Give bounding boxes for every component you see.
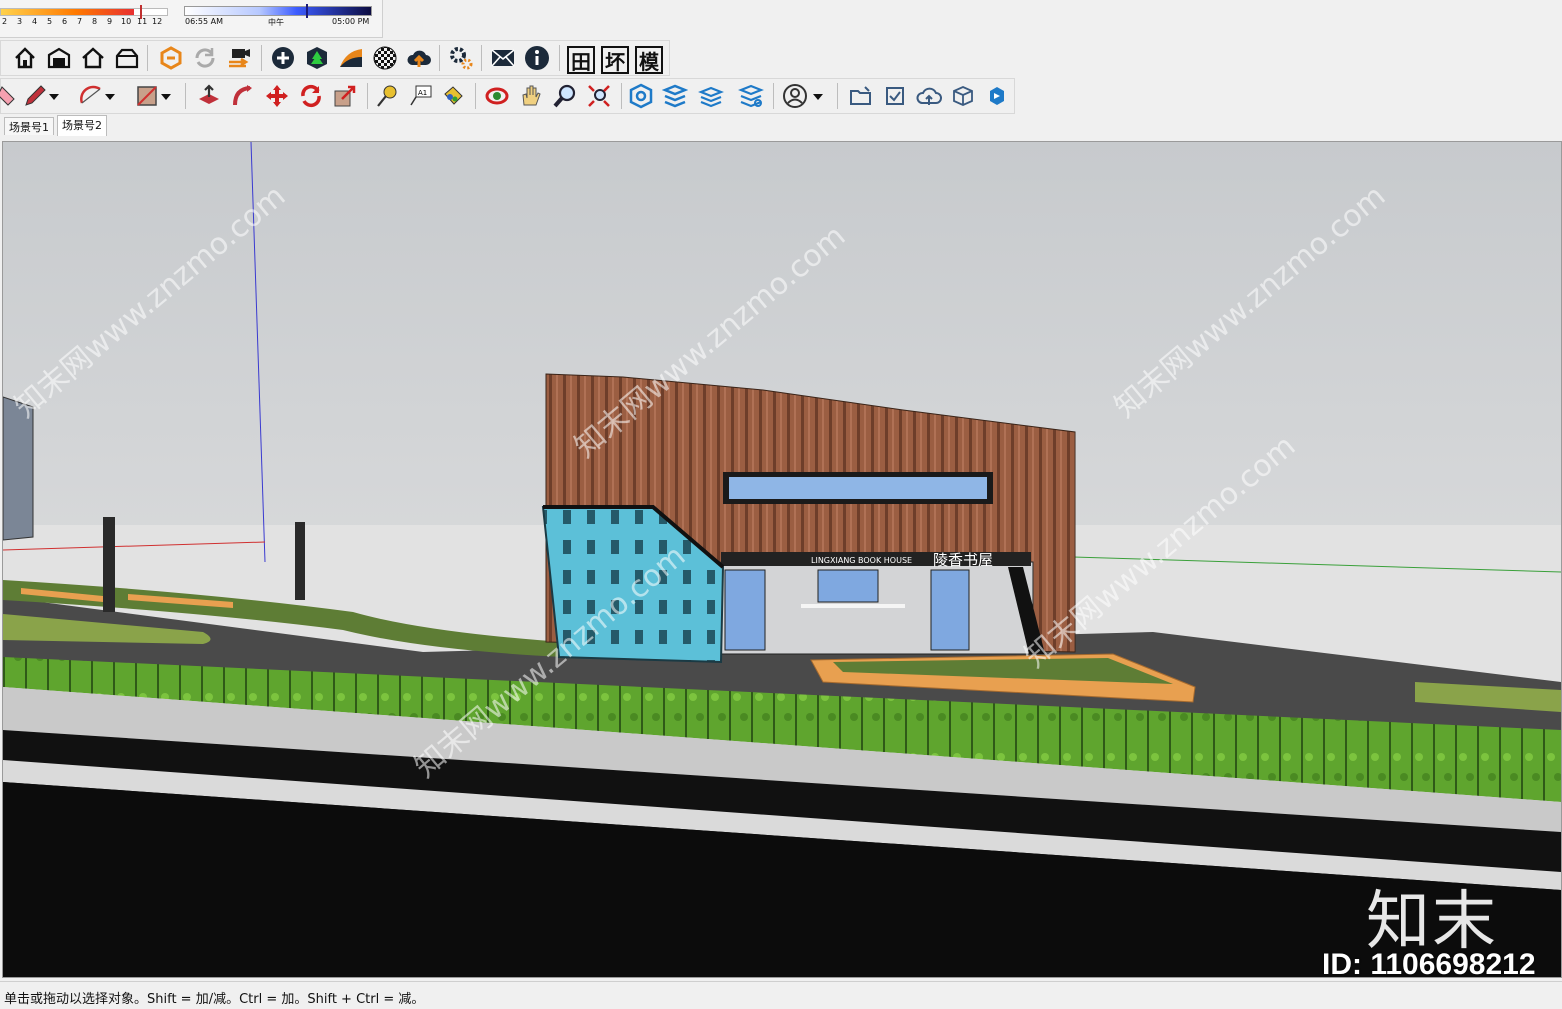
pencil-icon[interactable] xyxy=(21,82,49,110)
status-text: 单击或拖动以选择对象。Shift = 加/减。Ctrl = 加。Shift + … xyxy=(4,992,425,1007)
scene-tabs: 场景号1 场景号2 xyxy=(0,115,1562,137)
mail-icon[interactable] xyxy=(489,44,517,72)
scene-render: LINGXIANG BOOK HOUSE 陵香书屋 xyxy=(3,142,1561,977)
month-tick-label: 4 xyxy=(32,17,38,26)
add-circle-icon[interactable] xyxy=(269,44,297,72)
storefront-window xyxy=(724,569,766,651)
scale-icon[interactable] xyxy=(331,82,359,110)
time-slider[interactable] xyxy=(184,6,372,16)
rotate-icon[interactable] xyxy=(297,82,325,110)
month-slider[interactable] xyxy=(0,8,168,16)
styles-icon[interactable] xyxy=(661,82,689,110)
time-slider-handle[interactable] xyxy=(306,4,308,18)
huan-text-icon[interactable]: 坏 xyxy=(601,46,629,74)
zoom-extents-icon[interactable] xyxy=(585,82,613,110)
tree-shield-icon[interactable] xyxy=(303,44,331,72)
sync-icon[interactable] xyxy=(983,82,1011,110)
pan-icon[interactable] xyxy=(517,82,545,110)
orbit-icon[interactable] xyxy=(483,82,511,110)
month-tick-label: 6 xyxy=(62,17,68,26)
zoom-icon[interactable] xyxy=(551,82,579,110)
video-camera-icon[interactable] xyxy=(225,44,253,72)
shadow-settings-panel: 2 3 4 5 6 7 8 9 10 11 12 06:55 AM 中午 05:00 PM xyxy=(0,0,383,38)
time-start-label: 06:55 AM xyxy=(185,17,223,26)
month-tick-label: 9 xyxy=(107,17,113,26)
tape-measure-icon[interactable] xyxy=(373,82,401,110)
rectangle-icon[interactable] xyxy=(133,82,161,110)
svg-text:A1: A1 xyxy=(418,89,427,97)
follow-me-icon[interactable] xyxy=(229,82,257,110)
window-band-glass xyxy=(729,477,987,499)
text-label-icon[interactable]: A1 xyxy=(407,82,435,110)
dropdown-arrow-icon[interactable] xyxy=(159,82,173,110)
entry-door xyxy=(930,569,970,651)
lamp-post xyxy=(103,517,115,612)
month-tick-label: 12 xyxy=(152,17,163,26)
box-3d-icon[interactable] xyxy=(949,82,977,110)
dropdown-arrow-icon[interactable] xyxy=(47,82,61,110)
barn-icon[interactable] xyxy=(113,44,141,72)
time-noon-label: 中午 xyxy=(268,18,284,27)
month-tick-label: 7 xyxy=(77,17,83,26)
status-bar: 单击或拖动以选择对象。Shift = 加/减。Ctrl = 加。Shift + … xyxy=(0,981,1562,1009)
watermark-id: ID: 1106698212 xyxy=(1322,948,1536,981)
house-outline-icon[interactable] xyxy=(79,44,107,72)
month-tick-label: 11 xyxy=(137,17,148,26)
dropdown-arrow-icon[interactable] xyxy=(103,82,117,110)
components-icon[interactable] xyxy=(627,82,655,110)
storefront-window xyxy=(817,569,879,603)
cloud-icon[interactable] xyxy=(915,82,943,110)
month-tick-label: 5 xyxy=(47,17,53,26)
home-icon[interactable] xyxy=(11,44,39,72)
extension-warehouse-icon[interactable] xyxy=(157,44,185,72)
user-icon[interactable] xyxy=(781,82,809,110)
terrain-icon[interactable] xyxy=(337,44,365,72)
sign-cn: 陵香书屋 xyxy=(933,551,993,569)
time-end-label: 05:00 PM xyxy=(332,17,370,26)
dropdown-arrow-icon[interactable] xyxy=(811,82,825,110)
warehouse-icon[interactable] xyxy=(45,44,73,72)
tab-scene-1[interactable]: 场景号1 xyxy=(4,117,54,135)
mo-text-icon[interactable]: 模 xyxy=(635,46,663,74)
layers-icon[interactable] xyxy=(697,82,725,110)
toolbar-row-2: A1 xyxy=(0,78,1015,114)
info-icon[interactable] xyxy=(523,44,551,72)
grid-text-icon[interactable]: 田 xyxy=(567,46,595,74)
move-icon[interactable] xyxy=(263,82,291,110)
left-building xyxy=(3,396,34,541)
eraser-icon[interactable] xyxy=(0,82,21,110)
push-pull-icon[interactable] xyxy=(195,82,223,110)
cloud-upload-icon[interactable] xyxy=(405,44,433,72)
lamp-post xyxy=(295,522,305,600)
counter-ledge xyxy=(801,604,905,608)
sign-en: LINGXIANG BOOK HOUSE xyxy=(811,556,912,565)
model-viewport[interactable]: LINGXIANG BOOK HOUSE 陵香书屋 知末网www.znzmo.c… xyxy=(2,141,1562,978)
checkbox-icon[interactable] xyxy=(881,82,909,110)
month-ticks: 2 3 4 5 6 7 8 9 10 11 12 xyxy=(0,17,170,29)
refresh-icon[interactable] xyxy=(191,44,219,72)
paint-bucket-icon[interactable] xyxy=(439,82,467,110)
month-tick-label: 2 xyxy=(2,17,8,26)
checker-sphere-icon[interactable] xyxy=(371,44,399,72)
month-tick-label: 10 xyxy=(121,17,132,26)
month-tick-label: 3 xyxy=(17,17,23,26)
tab-scene-2[interactable]: 场景号2 xyxy=(57,115,107,136)
open-folder-icon[interactable] xyxy=(847,82,875,110)
arc-icon[interactable] xyxy=(77,82,105,110)
section-icon[interactable] xyxy=(737,82,765,110)
gears-icon[interactable] xyxy=(447,44,475,72)
month-tick-label: 8 xyxy=(92,17,98,26)
toolbar-row-1: 田 坏 模 xyxy=(0,40,670,76)
